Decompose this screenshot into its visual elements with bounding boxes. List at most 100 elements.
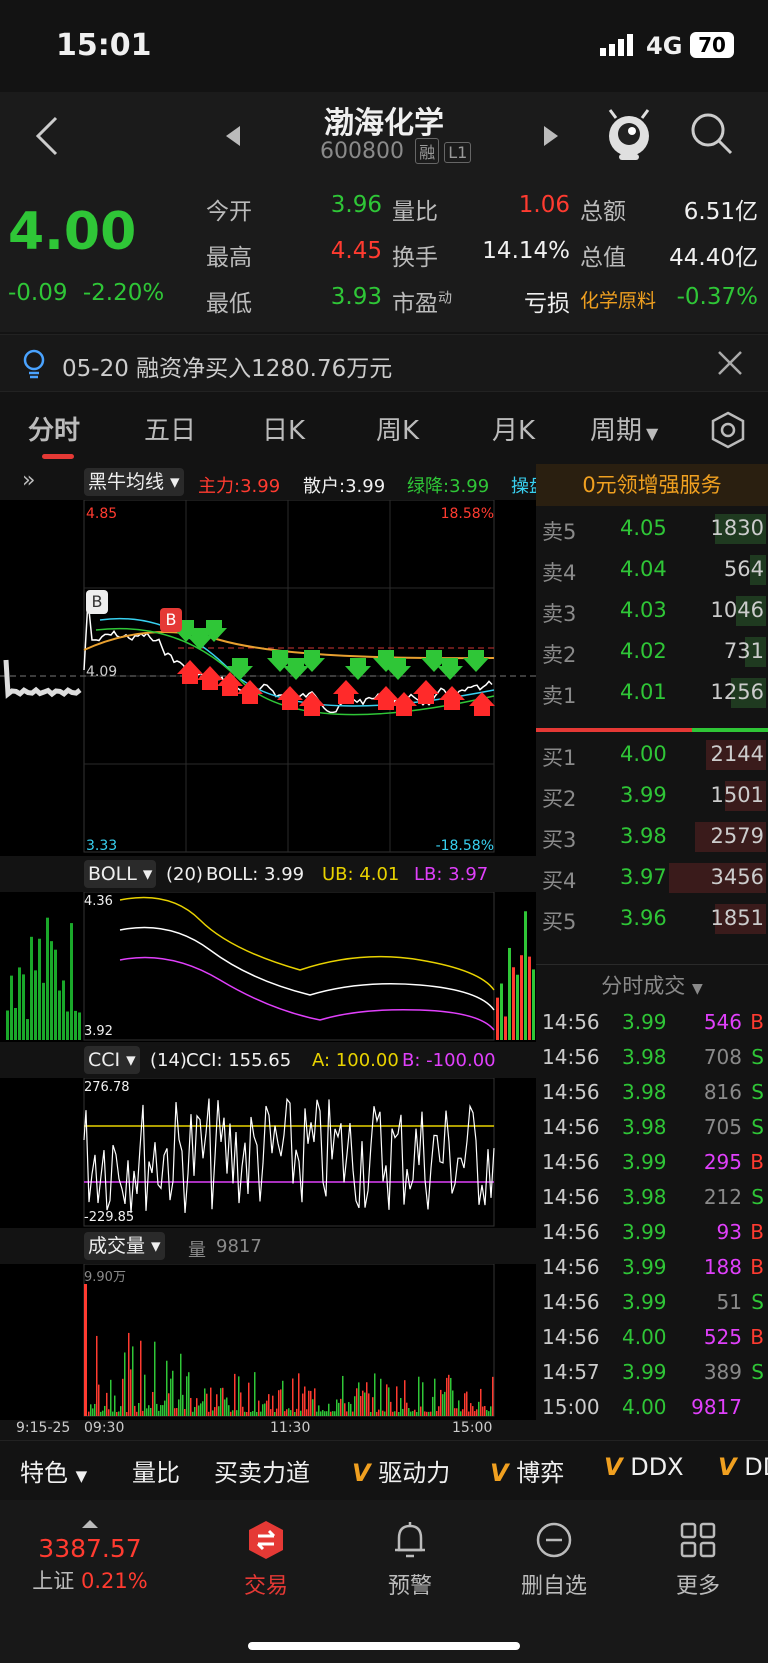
volume-bar bbox=[130, 1369, 132, 1416]
bid-row[interactable]: 买1 4.00 2144 bbox=[536, 736, 768, 780]
change-pct: -2.20% bbox=[82, 280, 165, 306]
volume-bar bbox=[210, 1387, 212, 1416]
feature-buysell-force[interactable]: 买卖力道 bbox=[214, 1453, 310, 1488]
cci-header: CCI ▾ (14) CCI: 155.65 A: 100.00 B: -100… bbox=[0, 1042, 536, 1078]
boll-side-bar bbox=[496, 997, 499, 1040]
tab-intraday[interactable]: 分时 bbox=[28, 410, 80, 447]
bid-row[interactable]: 买2 3.99 1501 bbox=[536, 777, 768, 821]
volume-bar bbox=[466, 1391, 468, 1416]
volume-bar bbox=[116, 1411, 118, 1416]
feature-volume-ratio[interactable]: 量比 bbox=[132, 1453, 180, 1488]
mascot-icon[interactable] bbox=[604, 106, 654, 162]
ask-row[interactable]: 卖3 4.03 1046 bbox=[536, 592, 768, 636]
bid-volume: 1501 bbox=[710, 783, 764, 807]
pct-top-label: 18.58% bbox=[440, 506, 494, 522]
volume-bar bbox=[134, 1405, 136, 1416]
tick-volume: 9817 bbox=[691, 1395, 742, 1419]
tick-row: 14:56 3.98 816 S bbox=[536, 1076, 768, 1113]
bid-row[interactable]: 买4 3.97 3456 bbox=[536, 859, 768, 903]
volume-bar bbox=[464, 1393, 466, 1416]
nav-more[interactable]: 更多 bbox=[628, 1520, 768, 1600]
tab-period[interactable]: 周期 ▼ bbox=[590, 410, 658, 447]
ask-row[interactable]: 卖1 4.01 1256 bbox=[536, 674, 768, 718]
volume-bar bbox=[246, 1411, 248, 1416]
chart-area[interactable]: 4.85 18.58% 4.09 3.33 -18.58% B B BOLL ▾… bbox=[0, 499, 536, 1420]
volume-bar bbox=[146, 1408, 148, 1416]
bid-volume: 2144 bbox=[710, 742, 764, 766]
boll-value: BOLL: 3.99 bbox=[206, 864, 305, 885]
trade-icon bbox=[247, 1520, 285, 1560]
volume-bar bbox=[308, 1390, 310, 1416]
bid-row[interactable]: 买3 3.98 2579 bbox=[536, 818, 768, 862]
volume-bar bbox=[150, 1407, 152, 1416]
tab-monthly[interactable]: 月K bbox=[492, 410, 535, 447]
prev-stock-icon[interactable] bbox=[224, 124, 244, 148]
ask-row[interactable]: 卖5 4.05 1830 bbox=[536, 510, 768, 554]
prev-close-label: 4.09 bbox=[86, 664, 118, 680]
ticks-title[interactable]: 分时成交 ▼ bbox=[536, 966, 768, 1006]
indicator-select[interactable]: 黑牛均线 ▾ bbox=[84, 468, 184, 496]
sector-change: -0.37% bbox=[676, 284, 758, 310]
tick-row: 14:56 3.98 708 S bbox=[536, 1041, 768, 1078]
service-banner[interactable]: 0元领增强服务 bbox=[536, 464, 768, 506]
feature-dd[interactable]: V DD bbox=[718, 1453, 768, 1481]
tab-weekly[interactable]: 周K bbox=[376, 410, 419, 447]
feature-drive[interactable]: V 驱动力 bbox=[352, 1453, 450, 1488]
tab-daily[interactable]: 日K bbox=[262, 410, 305, 447]
volume-bar bbox=[388, 1387, 390, 1416]
price-top-label: 4.85 bbox=[86, 506, 118, 522]
tick-time: 14:56 bbox=[542, 1045, 600, 1069]
index-ticker[interactable]: 3387.57 上证 0.21% bbox=[20, 1520, 160, 1595]
field-mktcap-value: 44.40亿 bbox=[669, 245, 758, 271]
ask-level-label: 卖1 bbox=[542, 684, 577, 708]
back-icon[interactable] bbox=[28, 112, 68, 160]
ask-price: 4.05 bbox=[620, 516, 667, 540]
settings-hexagon-icon[interactable] bbox=[708, 410, 748, 450]
lightbulb-icon bbox=[20, 349, 48, 379]
buy-signal-badge[interactable]: B bbox=[160, 608, 182, 632]
nav-trade[interactable]: 交易 bbox=[196, 1520, 336, 1600]
feature-select[interactable]: 特色 ▼ bbox=[20, 1453, 87, 1488]
cci-select[interactable]: CCI ▾ bbox=[84, 1046, 140, 1074]
tick-row: 14:56 3.98 705 S bbox=[536, 1111, 768, 1148]
tick-time: 14:56 bbox=[542, 1255, 600, 1279]
volume-bar bbox=[442, 1394, 444, 1416]
search-icon[interactable] bbox=[688, 110, 734, 156]
volume-bar bbox=[270, 1409, 272, 1416]
bid-level-label: 买4 bbox=[542, 869, 577, 893]
volume-bar bbox=[456, 1408, 458, 1416]
buy-marker-badge[interactable]: B bbox=[86, 590, 108, 614]
next-stock-icon[interactable] bbox=[540, 124, 560, 148]
volume-bar bbox=[258, 1400, 260, 1416]
volume-bar bbox=[228, 1405, 230, 1416]
feature-ddx[interactable]: V DDX bbox=[604, 1453, 684, 1481]
boll-select[interactable]: BOLL ▾ bbox=[84, 860, 157, 888]
up-arrow bbox=[277, 686, 303, 710]
volume-bar bbox=[490, 1406, 492, 1416]
ask-row[interactable]: 卖4 4.04 564 bbox=[536, 551, 768, 595]
notice-bar[interactable]: 05-20 融资净买入1280.76万元 bbox=[0, 334, 768, 392]
volume-select[interactable]: 成交量 ▾ bbox=[84, 1232, 165, 1260]
bid-level-label: 买3 bbox=[542, 828, 577, 852]
feature-game[interactable]: V 博弈 bbox=[490, 1453, 564, 1488]
nav-remove-watchlist[interactable]: 删自选 bbox=[484, 1520, 624, 1600]
nav-alert[interactable]: 预警 bbox=[340, 1520, 480, 1600]
volume-bar bbox=[250, 1411, 252, 1416]
tab-5day[interactable]: 五日 bbox=[144, 410, 196, 447]
change-value: -0.09 bbox=[8, 280, 68, 306]
boll-side-bar bbox=[38, 938, 41, 1040]
sector-label[interactable]: 化学原料 bbox=[580, 286, 656, 313]
volume-bar bbox=[182, 1394, 184, 1416]
volume-bar bbox=[238, 1376, 240, 1416]
ask-row[interactable]: 卖2 4.02 731 bbox=[536, 633, 768, 677]
last-price: 4.00 bbox=[8, 202, 137, 262]
volume-bar bbox=[422, 1382, 424, 1416]
close-icon[interactable] bbox=[716, 349, 744, 377]
volume-bar bbox=[104, 1405, 106, 1416]
expand-icon[interactable]: » bbox=[22, 468, 35, 493]
volume-bar bbox=[120, 1406, 122, 1416]
bid-row[interactable]: 买5 3.96 1851 bbox=[536, 900, 768, 944]
volume-bar bbox=[184, 1408, 186, 1416]
cci-a: A: 100.00 bbox=[312, 1050, 399, 1071]
volume-bar bbox=[186, 1376, 188, 1416]
